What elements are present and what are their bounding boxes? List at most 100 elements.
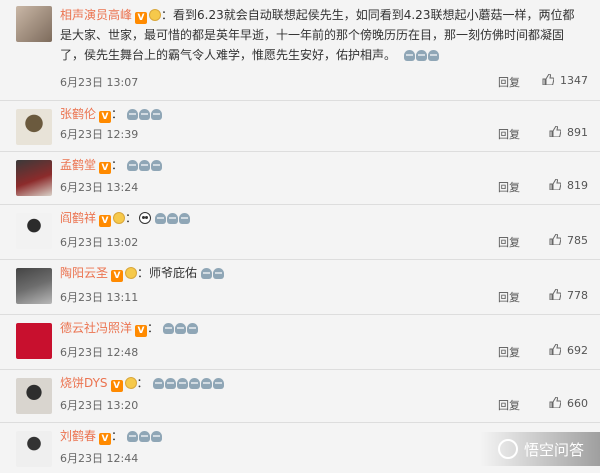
user-name[interactable]: 陶阳云圣 — [60, 266, 108, 280]
thumbs-up-icon — [549, 344, 561, 355]
comment-item: 烧饼DYS V ： 6月23日 13:20 回复 660 — [0, 370, 600, 423]
user-name[interactable]: 刘鹤春 — [60, 429, 96, 443]
verified-badge-icon: V — [99, 433, 112, 445]
comment-header: 烧饼DYS V ： — [60, 374, 588, 394]
comment-time: 6月23日 13:11 — [60, 291, 139, 304]
like-button[interactable]: 785 — [528, 234, 588, 247]
emoji-icon — [175, 323, 187, 334]
like-count: 785 — [567, 234, 588, 247]
comment-header: 陶阳云圣 V ：师爷庇佑 — [60, 264, 588, 284]
like-button[interactable]: 819 — [528, 179, 588, 192]
emoji-icon — [139, 109, 151, 120]
comment-time: 6月23日 12:39 — [60, 128, 139, 141]
like-button[interactable]: 1347 — [528, 74, 588, 87]
watermark: 悟空问答 — [480, 432, 600, 466]
reply-button[interactable]: 回复 — [498, 344, 520, 360]
like-count: 891 — [567, 126, 588, 139]
comment-item: 孟鹤堂 V： 6月23日 13:24 回复 819 — [0, 152, 600, 205]
avatar[interactable] — [16, 323, 52, 359]
comment-item: 陶阳云圣 V ：师爷庇佑 6月23日 13:11 回复 778 — [0, 260, 600, 315]
user-name[interactable]: 烧饼DYS — [60, 376, 108, 390]
avatar[interactable] — [16, 431, 52, 467]
comment-time: 6月23日 12:48 — [60, 346, 139, 359]
comment-item: 德云社冯照洋 V： 6月23日 12:48 回复 692 — [0, 315, 600, 370]
emoji-group — [163, 321, 199, 339]
comment-time: 6月23日 12:44 — [60, 452, 139, 465]
wukong-logo-icon — [498, 439, 518, 459]
comment-item: 阎鹤祥 V ： 6月23日 13:02 回复 785 — [0, 205, 600, 260]
emoji-group — [127, 107, 163, 125]
emoji-icon — [427, 50, 439, 61]
medal-icon — [124, 377, 137, 389]
verified-badge-icon: V — [99, 215, 112, 227]
emoji-icon — [151, 109, 163, 120]
user-name[interactable]: 德云社冯照洋 — [60, 321, 132, 335]
thumbs-up-icon — [549, 179, 561, 190]
user-name[interactable]: 张鹤伦 — [60, 107, 96, 121]
like-count: 692 — [567, 344, 588, 357]
reply-button[interactable]: 回复 — [498, 126, 520, 142]
comment-item: 相声演员高峰 V ：看到6.23就会自动联想起侯先生，如同看到4.23联想起小蘑菇一… — [0, 0, 600, 101]
comment-item: 张鹤伦 V： 6月23日 12:39 回复 891 — [0, 101, 600, 152]
user-name[interactable]: 相声演员高峰 — [60, 8, 132, 22]
comment-time: 6月23日 13:24 — [60, 181, 139, 194]
comment-text: ： — [111, 158, 124, 172]
emoji-icon — [187, 323, 199, 334]
medal-icon — [149, 9, 162, 21]
comment-header: 孟鹤堂 V： — [60, 156, 588, 176]
emoji-icon — [212, 378, 224, 389]
watermark-text: 悟空问答 — [524, 440, 585, 459]
user-name[interactable]: 孟鹤堂 — [60, 158, 96, 172]
emoji-icon — [127, 431, 139, 442]
like-button[interactable]: 660 — [528, 397, 588, 410]
like-count: 819 — [567, 179, 588, 192]
emoji-icon — [155, 213, 167, 224]
verified-badge-icon: V — [99, 162, 112, 174]
like-button[interactable]: 692 — [528, 344, 588, 357]
comment-body: 相声演员高峰 V ：看到6.23就会自动联想起侯先生，如同看到4.23联想起小蘑菇一… — [60, 5, 584, 67]
emoji-group — [155, 211, 191, 229]
comment-text: ： — [111, 107, 124, 121]
like-button[interactable]: 891 — [528, 126, 588, 139]
reply-button[interactable]: 回复 — [498, 74, 520, 90]
emoji-icon — [188, 378, 200, 389]
emoji-icon — [213, 268, 225, 279]
comment-header: 阎鹤祥 V ： — [60, 209, 588, 229]
emoji-icon — [200, 378, 212, 389]
user-name[interactable]: 阎鹤祥 — [60, 211, 96, 225]
avatar[interactable] — [16, 160, 52, 196]
avatar[interactable] — [16, 268, 52, 304]
comment-text: ： — [111, 429, 124, 443]
like-button[interactable]: 778 — [528, 289, 588, 302]
reply-button[interactable]: 回复 — [498, 179, 520, 195]
emoji-group — [127, 429, 163, 447]
like-count: 1347 — [560, 74, 588, 87]
reply-button[interactable]: 回复 — [498, 234, 520, 250]
medal-icon — [125, 267, 138, 279]
emoji-icon — [176, 378, 188, 389]
avatar[interactable] — [16, 109, 52, 145]
thumbs-up-icon — [549, 289, 561, 300]
reply-button[interactable]: 回复 — [498, 397, 520, 413]
verified-badge-icon: V — [135, 12, 148, 24]
like-count: 778 — [567, 289, 588, 302]
emoji-icon — [151, 431, 163, 442]
thumbs-up-icon — [542, 74, 554, 85]
avatar[interactable] — [16, 378, 52, 414]
avatar[interactable] — [16, 213, 52, 249]
comment-time: 6月23日 13:07 — [60, 76, 139, 89]
emoji-icon — [201, 268, 213, 279]
emoji-icon — [179, 213, 191, 224]
thumbs-up-icon — [549, 234, 561, 245]
emoji-icon — [163, 323, 175, 334]
emoji-icon — [151, 160, 163, 171]
emoji-icon — [152, 378, 164, 389]
avatar[interactable] — [16, 6, 52, 42]
comment-time: 6月23日 13:02 — [60, 236, 139, 249]
comment-header: 德云社冯照洋 V： — [60, 319, 588, 339]
comment-text: ： — [147, 321, 160, 335]
panda-emoji-icon — [139, 212, 152, 224]
emoji-icon — [415, 50, 427, 61]
reply-button[interactable]: 回复 — [498, 289, 520, 305]
verified-badge-icon: V — [135, 325, 148, 337]
